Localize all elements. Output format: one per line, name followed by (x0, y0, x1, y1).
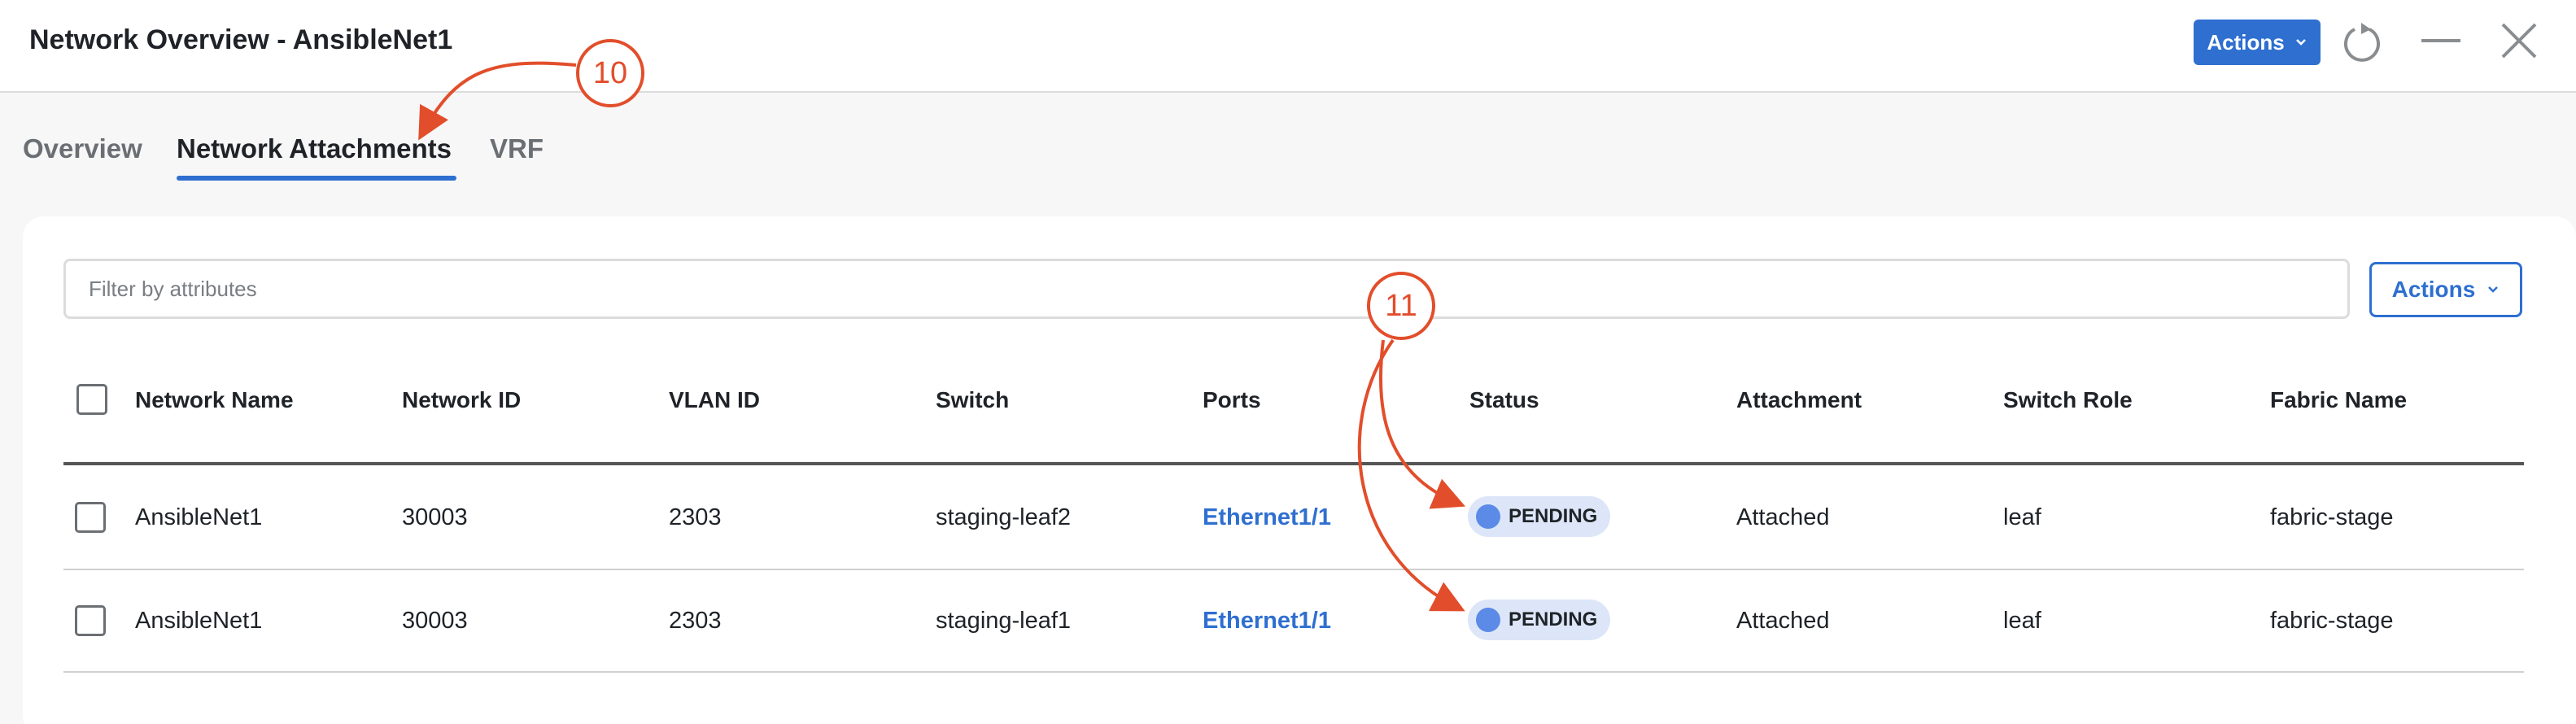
cell-fabric-name: fabric-stage (2270, 504, 2394, 530)
row-divider (63, 569, 2524, 570)
close-icon[interactable] (2496, 18, 2542, 63)
cell-network-name: AnsibleNet1 (135, 608, 263, 634)
column-header-switch-role[interactable]: Switch Role (2003, 387, 2133, 413)
column-header-network-id[interactable]: Network ID (402, 387, 521, 413)
table-actions-button[interactable]: Actions (2369, 262, 2522, 317)
tab-overview[interactable]: Overview (23, 133, 142, 164)
column-header-switch[interactable]: Switch (936, 387, 1009, 413)
refresh-icon[interactable] (2340, 18, 2386, 67)
column-header-attachment[interactable]: Attachment (1736, 387, 1862, 413)
cell-network-id: 30003 (402, 504, 468, 530)
column-header-ports[interactable]: Ports (1203, 387, 1261, 413)
cell-ports-link[interactable]: Ethernet1/1 (1203, 504, 1331, 531)
cell-switch-role: leaf (2003, 504, 2041, 530)
page-title: Network Overview - AnsibleNet1 (29, 24, 453, 55)
cell-switch: staging-leaf1 (936, 608, 1072, 634)
cell-switch-role: leaf (2003, 608, 2041, 634)
window-header: Network Overview - AnsibleNet1 Actions (0, 0, 2576, 93)
tab-vrf[interactable]: VRF (490, 133, 544, 164)
chevron-down-icon (2488, 286, 2499, 293)
header-actions-label: Actions (2207, 29, 2285, 55)
tab-network-attachments[interactable]: Network Attachments (177, 133, 452, 164)
filter-input[interactable] (63, 259, 2350, 319)
cell-attachment: Attached (1736, 608, 1830, 634)
cell-network-id: 30003 (402, 608, 468, 634)
row-divider (63, 671, 2524, 673)
cell-network-name: AnsibleNet1 (135, 504, 263, 530)
column-header-fabric-name[interactable]: Fabric Name (2270, 387, 2407, 413)
chevron-down-icon (2295, 39, 2306, 46)
cell-vlan-id: 2303 (669, 608, 722, 634)
minimize-icon[interactable] (2418, 18, 2464, 63)
select-all-checkbox[interactable] (76, 384, 107, 415)
annotation-callout-11: 11 (1367, 272, 1435, 340)
status-badge: PENDING (1468, 496, 1611, 537)
column-header-network-name[interactable]: Network Name (135, 387, 294, 413)
header-actions-button[interactable]: Actions (2194, 20, 2321, 65)
annotation-callout-10: 10 (576, 39, 644, 107)
row-checkbox[interactable] (75, 605, 106, 636)
cell-attachment: Attached (1736, 504, 1830, 530)
cell-fabric-name: fabric-stage (2270, 608, 2394, 634)
table-actions-label: Actions (2391, 277, 2476, 302)
cell-ports-link[interactable]: Ethernet1/1 (1203, 608, 1331, 635)
status-label: PENDING (1508, 608, 1598, 630)
status-dot-icon (1476, 608, 1500, 632)
row-checkbox[interactable] (75, 502, 106, 533)
column-header-status[interactable]: Status (1469, 387, 1539, 413)
cell-vlan-id: 2303 (669, 504, 722, 530)
status-badge: PENDING (1468, 600, 1611, 640)
status-dot-icon (1476, 504, 1500, 529)
column-header-vlan-id[interactable]: VLAN ID (669, 387, 760, 413)
table-header-divider (63, 462, 2524, 465)
cell-switch: staging-leaf2 (936, 504, 1072, 530)
status-label: PENDING (1508, 505, 1598, 527)
active-tab-indicator (177, 176, 456, 181)
